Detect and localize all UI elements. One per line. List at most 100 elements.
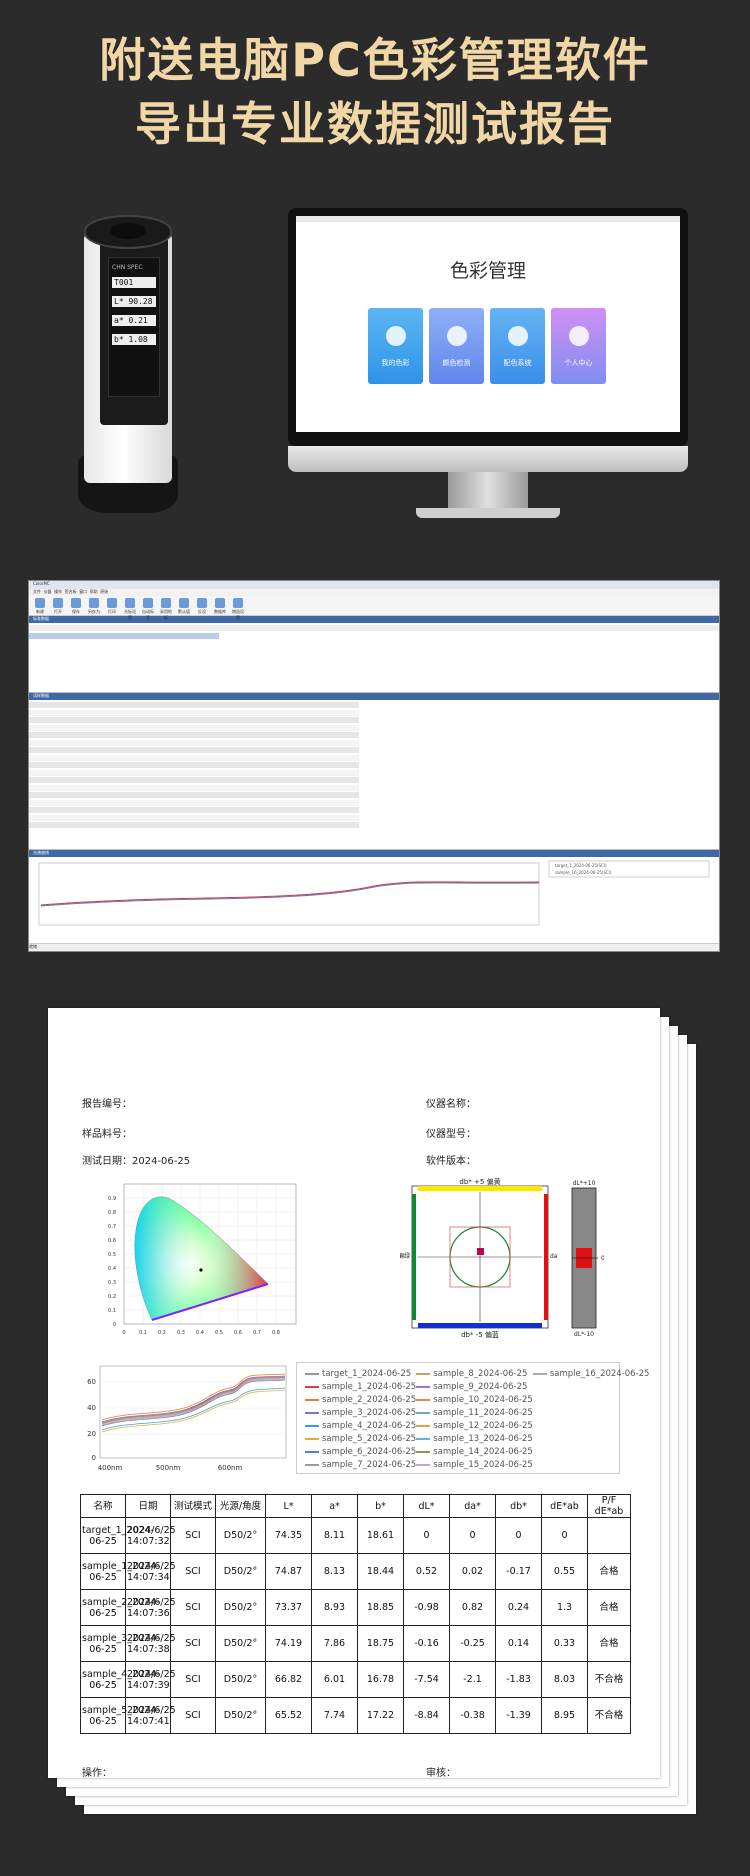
legend-label: sample_16_2024-06-25 bbox=[549, 1368, 650, 1379]
software-window: ColorMC 文件 仪器 操作 签名板 窗口 帮助 原始 新建 打开 保存 另… bbox=[28, 580, 720, 952]
table-row[interactable] bbox=[29, 709, 359, 716]
cie-tick: 0.8 bbox=[272, 1330, 280, 1336]
legend-label: sample_5_2024-06-25 bbox=[322, 1433, 417, 1444]
menu-item[interactable]: 签名板 bbox=[65, 589, 77, 594]
legend-swatch bbox=[305, 1411, 319, 1414]
table-header-cell: dE*ab bbox=[541, 1494, 588, 1518]
table-cell: sample_2_2024-06-25 bbox=[80, 1589, 160, 1626]
cie-tick: 0.2 bbox=[108, 1294, 116, 1300]
tile-color-detect[interactable]: 颜色检测 bbox=[429, 308, 484, 384]
toolbar-button[interactable]: 光标设置 bbox=[123, 598, 137, 620]
table-row[interactable] bbox=[29, 807, 359, 813]
ab-label-right: da* +5 偏红 bbox=[550, 1252, 558, 1260]
sample-number: 样品料号： bbox=[82, 1129, 132, 1140]
table-cell: target_1_2024-06-25 bbox=[80, 1517, 154, 1554]
toolbar-button[interactable]: 采用地板 bbox=[159, 598, 173, 620]
table-row[interactable] bbox=[29, 777, 359, 783]
legend-label: sample_12_2024-06-25 bbox=[433, 1420, 533, 1431]
measured-point bbox=[199, 1268, 203, 1272]
table-header-cell: 日期 bbox=[125, 1494, 171, 1518]
toolbar-button[interactable]: 自动标签 bbox=[141, 598, 155, 620]
table-row[interactable] bbox=[29, 702, 359, 708]
menu-item[interactable]: 窗口 bbox=[79, 589, 87, 594]
table-cell: 合格 bbox=[587, 1553, 631, 1590]
table-cell: 0.52 bbox=[403, 1553, 450, 1590]
table-row: sample_5_2024-06-25 2024/6/25 14:07:41 SCI… bbox=[80, 1697, 631, 1734]
table-cell: 0 bbox=[449, 1517, 496, 1554]
table-row[interactable] bbox=[29, 799, 359, 806]
table-row[interactable] bbox=[29, 754, 359, 761]
table-cell: 17.22 bbox=[357, 1697, 404, 1734]
tile-personal-center[interactable]: 个人中心 bbox=[551, 308, 606, 384]
app-titlebar bbox=[296, 216, 680, 222]
app-tiles: 我的色彩 颜色检测 配色系统 个人中心 bbox=[368, 308, 606, 384]
legend-swatch bbox=[305, 1424, 319, 1427]
cie-tick: 0.4 bbox=[108, 1266, 116, 1272]
toolbar-button[interactable]: 新建 bbox=[33, 598, 47, 614]
legend-label: sample_6_2024-06-25 bbox=[322, 1446, 417, 1457]
table-header-cell: 名称 bbox=[80, 1494, 126, 1518]
monitor-bezel: 色彩管理 我的色彩 颜色检测 配色系统 个人中心 bbox=[288, 208, 688, 446]
toolbar-button[interactable]: 保存 bbox=[69, 598, 83, 614]
table-row[interactable] bbox=[29, 724, 359, 731]
legend-item: sample_12_2024-06-25 bbox=[416, 1419, 533, 1432]
cie-tick: 0.7 bbox=[108, 1224, 116, 1230]
table-cell: SCI bbox=[170, 1625, 216, 1662]
device-reading: L* 90.28 bbox=[112, 296, 156, 307]
software-spectrum-svg: target_1_2024-06-25(SCI) sample_16_2024-… bbox=[38, 860, 710, 926]
toolbar-button[interactable]: 打印 bbox=[105, 598, 119, 614]
table-row[interactable] bbox=[29, 769, 359, 776]
toolbar-button[interactable]: 打开 bbox=[51, 598, 65, 614]
menu-item[interactable]: 原始 bbox=[100, 589, 108, 594]
table-row[interactable] bbox=[29, 784, 359, 791]
tile-color-matching[interactable]: 配色系统 bbox=[490, 308, 545, 384]
test-date: 测试日期：2024-06-25 bbox=[82, 1156, 191, 1167]
reviewer-label: 审核： bbox=[426, 1768, 456, 1779]
table-row[interactable] bbox=[29, 792, 359, 798]
table-header-cell: 光源/角度 bbox=[215, 1494, 266, 1518]
table-cell: 7.74 bbox=[311, 1697, 358, 1734]
table-row[interactable] bbox=[29, 822, 359, 828]
table-cell: -8.84 bbox=[403, 1697, 450, 1734]
table-row[interactable] bbox=[29, 814, 359, 821]
table-row[interactable] bbox=[29, 717, 359, 723]
table-header-row: 名称 日期 测试模式 光源/角度 L* a* b* dL* da* db* dE*ab P/F dE*… bbox=[80, 1494, 631, 1518]
toolbar-button[interactable]: 反设 bbox=[195, 598, 209, 614]
ab-sample-marker bbox=[477, 1248, 484, 1255]
table-cell: 合格 bbox=[587, 1625, 631, 1662]
device-brand: CHN SPEC bbox=[112, 264, 143, 271]
spectral-chart: 60 40 20 0 400nm 500nm 600nm bbox=[87, 1365, 287, 1472]
hero-line-1: 附送电脑PC色彩管理软件 bbox=[99, 33, 651, 87]
toolbar-button[interactable]: 另存为 bbox=[87, 598, 101, 614]
toolbar-button[interactable]: 数据库 bbox=[213, 598, 227, 614]
menu-item[interactable]: 操作 bbox=[54, 589, 62, 594]
table-cell: 2024/6/25 14:07:34 bbox=[125, 1553, 176, 1590]
table-row[interactable] bbox=[29, 633, 219, 639]
table-row[interactable] bbox=[29, 762, 359, 768]
table-cell: 不合格 bbox=[587, 1697, 631, 1734]
legend-swatch bbox=[416, 1437, 431, 1440]
table-header-cell: 测试模式 bbox=[170, 1494, 216, 1518]
standard-table bbox=[29, 625, 719, 693]
operator-label: 操作： bbox=[82, 1768, 112, 1779]
table-row[interactable] bbox=[29, 739, 359, 746]
legend-item: sample_14_2024-06-25 bbox=[416, 1445, 533, 1458]
table-cell: sample_1_2024-06-25 bbox=[80, 1553, 160, 1590]
device-screen: CHN SPEC T001 L* 90.28 a* 0.21 b* 1.08 bbox=[108, 257, 160, 397]
menu-item[interactable]: 仪器 bbox=[44, 589, 52, 594]
table-row[interactable] bbox=[29, 747, 359, 753]
tile-my-colors[interactable]: 我的色彩 bbox=[368, 308, 423, 384]
menu-item[interactable]: 帮助 bbox=[90, 589, 98, 594]
toolbar-button[interactable]: 默认值 bbox=[177, 598, 191, 614]
legend-item: sample_16_2024-06-25 bbox=[532, 1367, 650, 1380]
tile-label: 配色系统 bbox=[503, 359, 532, 367]
spec-y-tick: 20 bbox=[87, 1430, 96, 1438]
table-row[interactable] bbox=[29, 732, 359, 738]
toolbar-button[interactable]: 增益设置 bbox=[231, 598, 245, 620]
table-cell: 0 bbox=[403, 1517, 450, 1554]
legend-label: sample_14_2024-06-25 bbox=[433, 1446, 533, 1457]
table-row: sample_2_2024-06-25 2024/6/25 14:07:36 SCI… bbox=[80, 1589, 631, 1626]
table-cell: 2024/6/25 14:07:39 bbox=[125, 1661, 176, 1698]
menu-item[interactable]: 文件 bbox=[33, 589, 41, 594]
cie-tick: 0 bbox=[122, 1330, 125, 1336]
